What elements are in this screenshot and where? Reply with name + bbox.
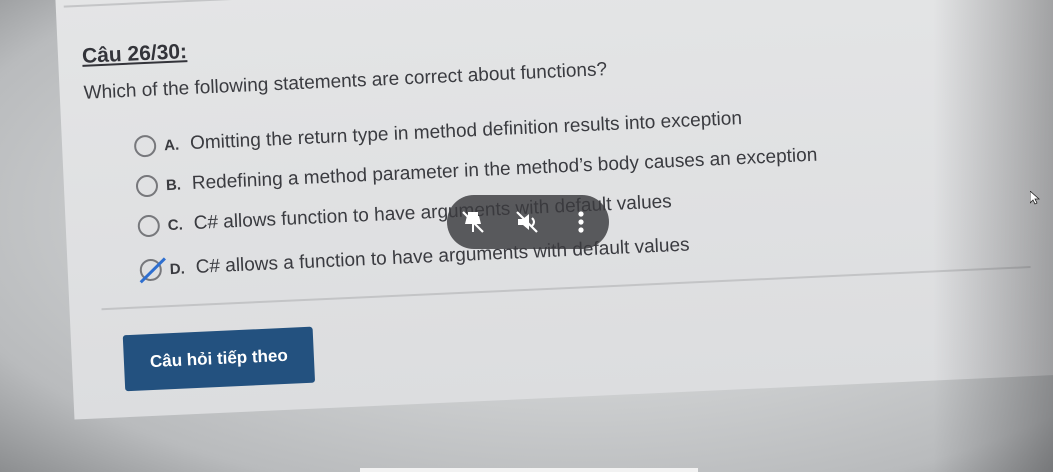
selected-mark (139, 257, 166, 284)
question-number: Câu 26/30: (81, 40, 188, 68)
option-d[interactable]: D. C# allows a function to have argument… (139, 231, 690, 284)
radio-button[interactable] (133, 134, 157, 158)
unpin-icon[interactable] (459, 208, 487, 236)
next-question-button[interactable]: Câu hỏi tiếp theo (122, 326, 316, 392)
radio-button-selected[interactable] (139, 257, 166, 284)
mute-icon[interactable] (513, 208, 541, 236)
option-text: C# allows a function to have arguments w… (195, 234, 690, 278)
option-letter: A. (163, 136, 180, 154)
question-text: Which of the following statements are co… (83, 59, 608, 104)
more-vertical-icon[interactable] (567, 208, 595, 236)
option-letter: C. (167, 215, 184, 234)
radio-button[interactable] (137, 214, 161, 238)
top-divider (63, 0, 684, 8)
radio-button[interactable] (135, 174, 159, 198)
option-letter: B. (165, 175, 182, 194)
mouse-cursor-icon (1030, 191, 1040, 205)
bottom-bar (360, 468, 698, 472)
option-letter: D. (169, 259, 186, 278)
media-overlay-bar[interactable] (447, 195, 609, 249)
